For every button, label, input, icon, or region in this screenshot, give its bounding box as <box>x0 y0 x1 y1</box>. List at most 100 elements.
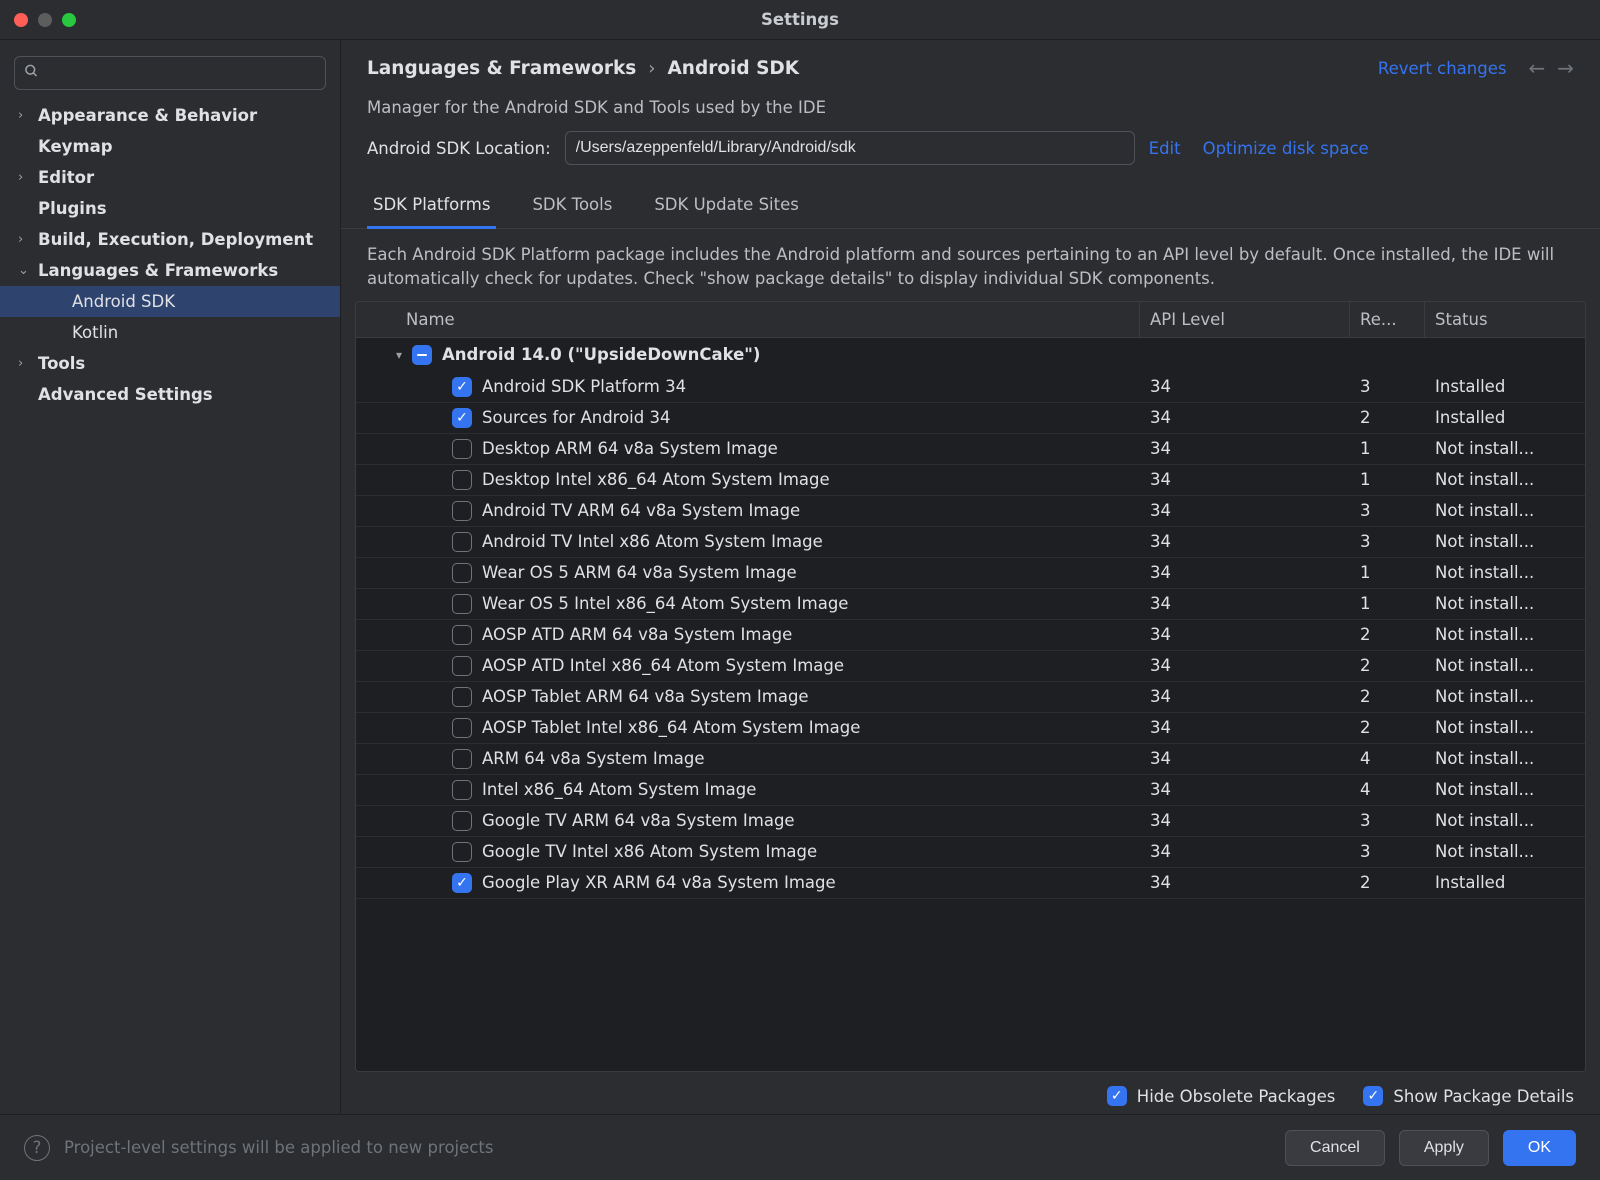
tab-sdk-update-sites[interactable]: SDK Update Sites <box>648 185 805 229</box>
api-level: 34 <box>1140 868 1350 897</box>
chevron-right-icon: › <box>18 356 38 371</box>
row-checkbox[interactable] <box>452 439 472 459</box>
sidebar-item-kotlin[interactable]: Kotlin <box>0 317 340 348</box>
back-button[interactable]: ← <box>1528 56 1545 80</box>
sidebar-item-android-sdk[interactable]: Android SDK <box>0 286 340 317</box>
breadcrumb-separator-icon: › <box>648 58 655 79</box>
sidebar-item-plugins[interactable]: Plugins <box>0 193 340 224</box>
table-row[interactable]: AOSP ATD Intel x86_64 Atom System Image3… <box>356 651 1585 682</box>
row-checkbox[interactable] <box>452 656 472 676</box>
row-checkbox[interactable] <box>452 377 472 397</box>
row-checkbox[interactable] <box>452 780 472 800</box>
sidebar-item-languages-frameworks[interactable]: ⌄Languages & Frameworks <box>0 255 340 286</box>
sdk-location-input[interactable] <box>565 131 1135 165</box>
api-level: 34 <box>1140 434 1350 463</box>
sidebar-item-advanced-settings[interactable]: Advanced Settings <box>0 379 340 410</box>
table-row[interactable]: Desktop ARM 64 v8a System Image341Not in… <box>356 434 1585 465</box>
sidebar-item-appearance-behavior[interactable]: ›Appearance & Behavior <box>0 100 340 131</box>
optimize-disk-link[interactable]: Optimize disk space <box>1203 139 1369 158</box>
minimize-window-button[interactable] <box>38 13 52 27</box>
forward-button[interactable]: → <box>1557 56 1574 80</box>
table-row[interactable]: Android TV ARM 64 v8a System Image343Not… <box>356 496 1585 527</box>
package-name: AOSP ATD Intel x86_64 Atom System Image <box>482 656 844 675</box>
tab-sdk-tools[interactable]: SDK Tools <box>526 185 618 229</box>
sdk-tabs: SDK Platforms SDK Tools SDK Update Sites <box>341 185 1600 229</box>
api-level: 34 <box>1140 496 1350 525</box>
table-row[interactable]: Intel x86_64 Atom System Image344Not ins… <box>356 775 1585 806</box>
api-level: 34 <box>1140 682 1350 711</box>
group-label: Android 14.0 ("UpsideDownCake") <box>442 345 760 364</box>
apply-button[interactable]: Apply <box>1399 1130 1489 1166</box>
package-name: Google Play XR ARM 64 v8a System Image <box>482 873 836 892</box>
row-checkbox[interactable] <box>452 532 472 552</box>
row-checkbox[interactable] <box>452 873 472 893</box>
revert-changes-link[interactable]: Revert changes <box>1378 59 1507 78</box>
status: Not install... <box>1425 620 1585 649</box>
row-checkbox[interactable] <box>452 718 472 738</box>
table-row[interactable]: Desktop Intel x86_64 Atom System Image34… <box>356 465 1585 496</box>
footer-hint: Project-level settings will be applied t… <box>64 1138 493 1157</box>
window-title: Settings <box>0 10 1600 29</box>
table-row[interactable]: AOSP Tablet Intel x86_64 Atom System Ima… <box>356 713 1585 744</box>
close-window-button[interactable] <box>14 13 28 27</box>
table-row[interactable]: Google TV ARM 64 v8a System Image343Not … <box>356 806 1585 837</box>
tab-sdk-platforms[interactable]: SDK Platforms <box>367 185 496 229</box>
table-row[interactable]: Google TV Intel x86 Atom System Image343… <box>356 837 1585 868</box>
table-row[interactable]: ARM 64 v8a System Image344Not install... <box>356 744 1585 775</box>
settings-content: Languages & Frameworks › Android SDK Rev… <box>341 40 1600 1114</box>
row-checkbox[interactable] <box>452 749 472 769</box>
package-name: AOSP ATD ARM 64 v8a System Image <box>482 625 792 644</box>
row-checkbox[interactable] <box>452 625 472 645</box>
row-checkbox[interactable] <box>452 811 472 831</box>
table-body[interactable]: ▾ Android 14.0 ("UpsideDownCake") Android … <box>356 338 1585 1071</box>
column-name[interactable]: Name <box>356 302 1140 337</box>
table-row[interactable]: Android SDK Platform 34343Installed <box>356 372 1585 403</box>
column-status[interactable]: Status <box>1425 302 1585 337</box>
help-button[interactable]: ? <box>24 1135 50 1161</box>
column-revision[interactable]: Re... <box>1350 302 1425 337</box>
package-name: Desktop ARM 64 v8a System Image <box>482 439 778 458</box>
row-checkbox[interactable] <box>452 408 472 428</box>
row-checkbox[interactable] <box>452 687 472 707</box>
row-checkbox[interactable] <box>452 842 472 862</box>
table-group-row[interactable]: ▾ Android 14.0 ("UpsideDownCake") <box>356 338 1585 372</box>
table-row[interactable]: AOSP ATD ARM 64 v8a System Image342Not i… <box>356 620 1585 651</box>
table-row[interactable]: Android TV Intel x86 Atom System Image34… <box>356 527 1585 558</box>
window-controls <box>0 13 76 27</box>
edit-location-link[interactable]: Edit <box>1149 139 1181 158</box>
sidebar-item-label: Build, Execution, Deployment <box>38 230 313 249</box>
api-level: 34 <box>1140 713 1350 742</box>
show-package-details-checkbox[interactable]: Show Package Details <box>1363 1086 1574 1106</box>
api-level: 34 <box>1140 372 1350 401</box>
table-row[interactable]: Sources for Android 34342Installed <box>356 403 1585 434</box>
column-api-level[interactable]: API Level <box>1140 302 1350 337</box>
settings-tree: ›Appearance & BehaviorKeymap›EditorPlugi… <box>0 100 340 410</box>
package-name: Sources for Android 34 <box>482 408 670 427</box>
sidebar-item-tools[interactable]: ›Tools <box>0 348 340 379</box>
ok-button[interactable]: OK <box>1503 1130 1576 1166</box>
sidebar-item-build-execution-deployment[interactable]: ›Build, Execution, Deployment <box>0 224 340 255</box>
sidebar-item-keymap[interactable]: Keymap <box>0 131 340 162</box>
checkbox-indeterminate-icon[interactable] <box>412 345 432 365</box>
row-checkbox[interactable] <box>452 470 472 490</box>
api-level: 34 <box>1140 527 1350 556</box>
status: Not install... <box>1425 434 1585 463</box>
table-row[interactable]: Wear OS 5 ARM 64 v8a System Image341Not … <box>356 558 1585 589</box>
row-checkbox[interactable] <box>452 594 472 614</box>
search-input[interactable] <box>14 56 326 90</box>
package-name: Intel x86_64 Atom System Image <box>482 780 756 799</box>
maximize-window-button[interactable] <box>62 13 76 27</box>
breadcrumb-parent[interactable]: Languages & Frameworks <box>367 58 636 79</box>
sidebar-item-label: Editor <box>38 168 94 187</box>
table-row[interactable]: Wear OS 5 Intel x86_64 Atom System Image… <box>356 589 1585 620</box>
table-row[interactable]: Google Play XR ARM 64 v8a System Image 34… <box>356 868 1585 899</box>
table-row[interactable]: AOSP Tablet ARM 64 v8a System Image342No… <box>356 682 1585 713</box>
row-checkbox[interactable] <box>452 563 472 583</box>
status: Not install... <box>1425 465 1585 494</box>
status: Installed <box>1425 868 1585 897</box>
row-checkbox[interactable] <box>452 501 472 521</box>
hide-obsolete-checkbox[interactable]: Hide Obsolete Packages <box>1107 1086 1336 1106</box>
cancel-button[interactable]: Cancel <box>1285 1130 1385 1166</box>
sidebar-item-editor[interactable]: ›Editor <box>0 162 340 193</box>
chevron-down-icon: ▾ <box>396 348 402 362</box>
